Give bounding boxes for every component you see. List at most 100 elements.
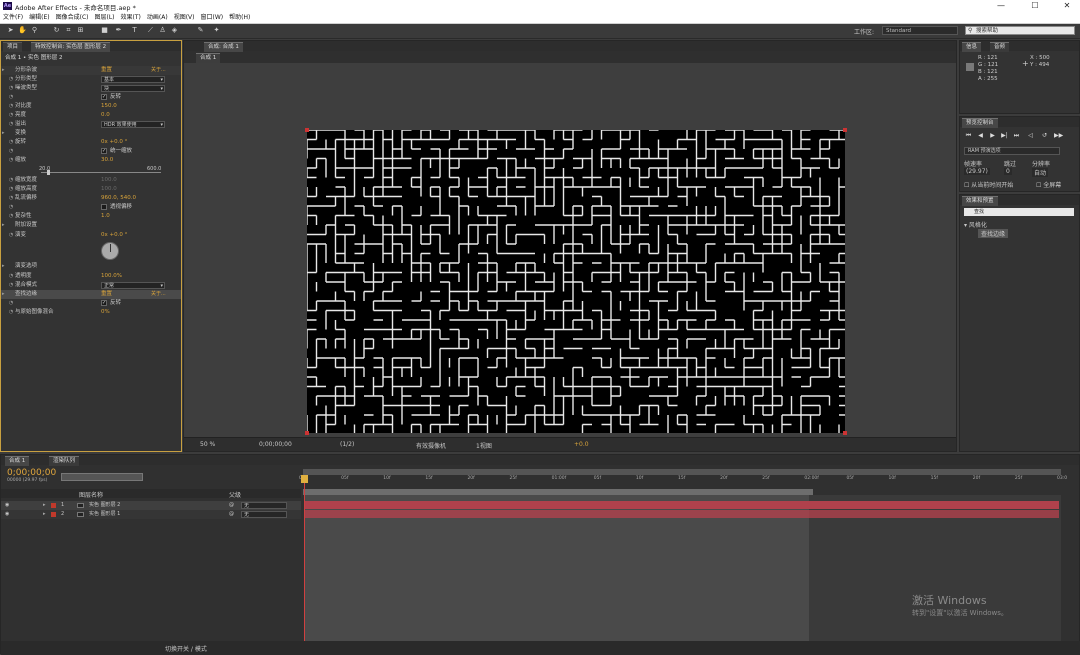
property-value[interactable]: 1.0 xyxy=(101,212,110,221)
twirl-icon[interactable]: ▸ xyxy=(2,129,5,138)
stopwatch-icon[interactable]: ◔ xyxy=(9,102,13,111)
camera-select[interactable]: 有效摄像机 xyxy=(416,441,446,450)
tab-effect-controls[interactable]: 特效控制台: 实色层 图形层 2 xyxy=(31,42,111,52)
stopwatch-icon[interactable]: ◔ xyxy=(9,138,13,147)
toggle-switches-button[interactable]: 切换开关 / 模式 xyxy=(165,644,207,653)
pan-behind-tool-icon[interactable]: ⊞ xyxy=(76,26,85,35)
camera-tool-icon[interactable]: ⌗ xyxy=(64,26,73,35)
stopwatch-icon[interactable]: ◔ xyxy=(9,75,13,84)
layer-row[interactable]: ◉ ▸ 2 实色 图形层 1 @ 无 xyxy=(1,510,301,519)
stopwatch-icon[interactable]: ◔ xyxy=(9,176,13,185)
menu-effect[interactable]: 效果(T) xyxy=(118,12,144,23)
layer-name[interactable]: 实色 图形层 1 xyxy=(89,510,120,519)
sub-tab-comp[interactable]: 合成 1 xyxy=(196,53,221,63)
frame-rate-select[interactable]: (29.97) xyxy=(964,168,990,175)
play-icon[interactable]: ▶ xyxy=(988,132,997,140)
full-screen-checkbox[interactable]: ☐ 全屏幕 xyxy=(1036,180,1061,189)
menu-edit[interactable]: 编辑(E) xyxy=(26,12,52,23)
pen-tool-icon[interactable]: ✒ xyxy=(114,26,123,35)
layer-bar-2[interactable] xyxy=(305,510,1059,518)
twirl-icon[interactable]: ▸ xyxy=(2,66,5,75)
presets-search-input[interactable]: 查找 xyxy=(964,208,1074,216)
twirl-icon[interactable]: ▸ xyxy=(43,510,46,519)
last-frame-icon[interactable]: ⏭ xyxy=(1012,132,1021,140)
text-tool-icon[interactable]: T xyxy=(130,26,139,35)
property-value[interactable]: 960.0, 540.0 xyxy=(101,194,136,203)
stopwatch-icon[interactable]: ◔ xyxy=(9,147,13,156)
parent-select[interactable]: 无 xyxy=(241,502,287,509)
current-time[interactable]: 0;00;00;00 xyxy=(259,441,292,448)
label-color-swatch[interactable] xyxy=(51,512,56,517)
first-frame-icon[interactable]: ⏮ xyxy=(964,132,973,140)
skip-select[interactable]: 0 xyxy=(1004,168,1012,175)
resolution-preview-select[interactable]: 自动 xyxy=(1032,168,1049,177)
playhead-handle-icon[interactable] xyxy=(301,475,308,483)
selection-tool-icon[interactable]: ➤ xyxy=(6,26,15,35)
visibility-icon[interactable]: ◉ xyxy=(5,501,9,510)
time-ruler[interactable]: 0f05f10f15f20f25f01:00f05f10f15f20f25f02… xyxy=(299,475,1067,489)
parent-pick-icon[interactable]: @ xyxy=(229,501,234,510)
clone-tool-icon[interactable]: ♙ xyxy=(158,26,167,35)
tab-preview[interactable]: 预览控制台 xyxy=(962,118,998,128)
stopwatch-icon[interactable]: ◔ xyxy=(9,84,13,93)
scale-slider-track[interactable] xyxy=(41,172,161,173)
stopwatch-icon[interactable]: ◔ xyxy=(9,308,13,317)
reset-button[interactable]: 重置 xyxy=(101,290,112,299)
playhead[interactable] xyxy=(304,475,305,641)
property-value[interactable]: 100.0% xyxy=(101,272,122,281)
close-button[interactable]: ✕ xyxy=(1054,0,1080,12)
puppet-tool-icon[interactable]: ✦ xyxy=(212,26,221,35)
next-frame-icon[interactable]: ▶| xyxy=(1000,132,1009,140)
hand-tool-icon[interactable]: ✋ xyxy=(18,26,27,35)
zoom-select[interactable]: 50 % xyxy=(200,441,215,448)
stopwatch-icon[interactable]: ◔ xyxy=(9,194,13,203)
tab-composition[interactable]: 合成: 合成 1 xyxy=(204,42,243,52)
menu-layer[interactable]: 图层(L) xyxy=(92,12,118,23)
twirl-icon[interactable]: ▸ xyxy=(2,221,5,230)
property-dropdown[interactable]: 正常 xyxy=(101,282,165,289)
reset-button[interactable]: 重置 xyxy=(101,66,112,75)
brush-tool-icon[interactable]: ⟋ xyxy=(146,26,155,35)
ram-preview-icon[interactable]: ▶▶ xyxy=(1054,132,1063,140)
workspace-select[interactable]: Standard xyxy=(882,26,958,35)
rotate-tool-icon[interactable]: ↻ xyxy=(52,26,61,35)
layer-name[interactable]: 实色 图形层 2 xyxy=(89,501,120,510)
evolution-dial-icon[interactable] xyxy=(101,242,119,260)
twirl-icon[interactable]: ▸ xyxy=(2,290,5,299)
visibility-icon[interactable]: ◉ xyxy=(5,510,9,519)
stopwatch-icon[interactable]: ◔ xyxy=(9,185,13,194)
resolution-select[interactable]: (1/2) xyxy=(340,441,354,448)
stopwatch-icon[interactable]: ◔ xyxy=(9,212,13,221)
minimize-button[interactable]: — xyxy=(988,0,1014,12)
property-dropdown[interactable]: HDR 效果使用 xyxy=(101,121,165,128)
layer-bar-1[interactable] xyxy=(305,501,1059,509)
preset-find-edges[interactable]: 查找边缘 xyxy=(978,229,1009,238)
property-value[interactable]: 0x +0.0 ° xyxy=(101,138,127,147)
property-value[interactable]: 30.0 xyxy=(101,156,113,165)
about-button[interactable]: 关于... xyxy=(151,290,166,299)
stopwatch-icon[interactable]: ◔ xyxy=(9,93,13,102)
rectangle-tool-icon[interactable]: ■ xyxy=(100,26,109,35)
eraser-tool-icon[interactable]: ◈ xyxy=(170,26,179,35)
property-dropdown[interactable]: 块 xyxy=(101,85,165,92)
stopwatch-icon[interactable]: ◔ xyxy=(9,120,13,129)
menu-composition[interactable]: 图像合成(C) xyxy=(53,12,92,23)
zoom-tool-icon[interactable]: ⚲ xyxy=(30,26,39,35)
tab-project[interactable]: 项目 xyxy=(3,42,23,52)
canvas-handle-tr[interactable] xyxy=(843,128,847,132)
tab-effects-presets[interactable]: 效果和预置 xyxy=(962,196,998,206)
label-color-swatch[interactable] xyxy=(51,503,56,508)
menu-view[interactable]: 视图(V) xyxy=(171,12,198,23)
tab-info[interactable]: 信息 xyxy=(962,42,982,52)
twirl-icon[interactable]: ▸ xyxy=(2,262,5,271)
loop-icon[interactable]: ↺ xyxy=(1040,132,1049,140)
property-dropdown[interactable]: 基本 xyxy=(101,76,165,83)
tab-render-queue[interactable]: 渲染队列 xyxy=(49,456,80,466)
prev-frame-icon[interactable]: ◀ xyxy=(976,132,985,140)
about-button[interactable]: 关于... xyxy=(151,66,166,75)
from-current-checkbox[interactable]: ☐ 从当前时间开始 xyxy=(964,180,1013,189)
stopwatch-icon[interactable]: ◔ xyxy=(9,299,13,308)
property-value[interactable]: 0x +0.0 ° xyxy=(101,231,127,240)
stopwatch-icon[interactable]: ◔ xyxy=(9,156,13,165)
ram-preview-select[interactable]: RAM 预演选项 xyxy=(964,147,1060,155)
